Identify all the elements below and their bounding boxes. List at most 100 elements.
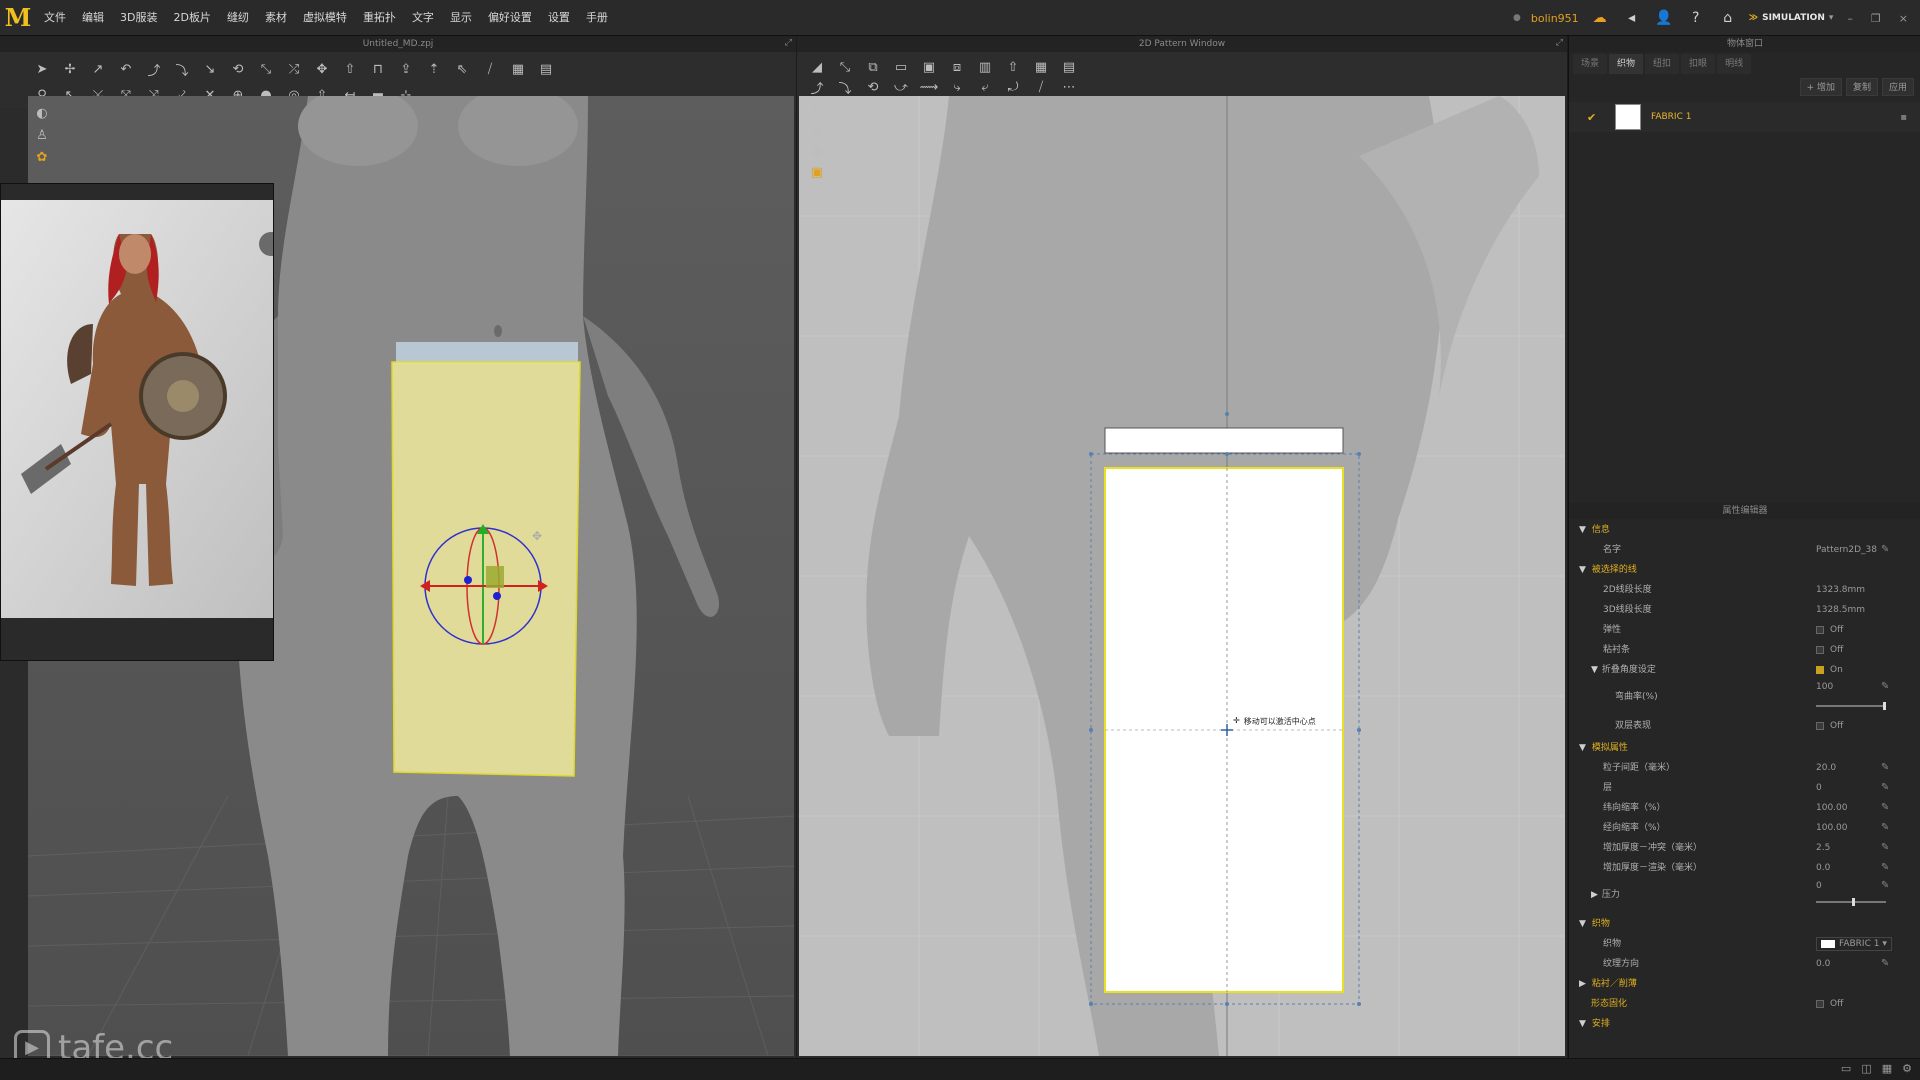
particle-distance-field[interactable]: 20.0 (1816, 758, 1836, 778)
slider-knob[interactable] (1883, 702, 1886, 710)
select-icon[interactable]: ➤ (30, 58, 54, 80)
edit-icon[interactable]: ✎ (1881, 798, 1889, 818)
pressure-slider[interactable] (1816, 898, 1886, 906)
simulation-mode-selector[interactable]: ≫ SIMULATION ▾ (1749, 13, 1834, 23)
line-icon[interactable]: ⧸ (478, 58, 502, 80)
thickness-collision-field[interactable]: 2.5 (1816, 838, 1830, 858)
brush-icon[interactable]: ⇖ (450, 58, 474, 80)
menu-item[interactable]: 素材 (257, 0, 295, 36)
username[interactable]: bolin951 (1531, 12, 1579, 25)
mesh-icon[interactable]: ⊓ (366, 58, 390, 80)
fabric-list-item[interactable]: ✔ FABRIC 1 ▪ (1569, 102, 1920, 132)
seam-icon[interactable]: ⤷ (945, 76, 969, 98)
megaphone-icon[interactable]: ◂ (1621, 7, 1643, 29)
transform-icon[interactable]: ↗ (86, 58, 110, 80)
3d-pattern-piece[interactable] (391, 342, 581, 777)
pattern-texture-icon[interactable]: ▣ (807, 162, 827, 182)
arrange-icon[interactable]: ↘ (198, 58, 222, 80)
tape-toggle[interactable]: Off (1816, 640, 1843, 660)
pattern-pencil-icon[interactable]: ✎ (807, 102, 827, 122)
fabric-select[interactable]: FABRIC 1 ▾ (1816, 937, 1892, 951)
section-bond[interactable]: ▶ 粘衬／削薄 (1569, 974, 1920, 994)
section-info[interactable]: ▼ 信息 (1569, 520, 1920, 540)
2d-pattern-piece-top[interactable] (1104, 427, 1344, 454)
garment-display-icon[interactable]: ♙ (30, 124, 54, 146)
texture-display-icon[interactable]: ✿ (30, 146, 54, 168)
section-fabric[interactable]: ▼ 织物 (1569, 914, 1920, 934)
fabric-options-icon[interactable]: ▪ (1900, 112, 1907, 123)
menu-item[interactable]: 虚拟模特 (295, 0, 355, 36)
menu-item[interactable]: 2D板片 (165, 0, 218, 36)
section-simulation[interactable]: ▼ 模拟属性 (1569, 738, 1920, 758)
menu-item[interactable]: 手册 (578, 0, 616, 36)
menu-item[interactable]: 设置 (540, 0, 578, 36)
free-seam-icon[interactable]: ⤶ (973, 76, 997, 98)
avatar-display-icon[interactable]: ◐ (30, 102, 54, 124)
freeze-toggle[interactable]: Off (1816, 994, 1843, 1014)
object-browser-button[interactable]: + 增加 (1799, 78, 1842, 96)
move-icon[interactable]: ✢ (58, 58, 82, 80)
maximize-2d-icon[interactable]: ⤢ (1556, 38, 1563, 48)
fabric-swatch[interactable] (1615, 104, 1641, 130)
resize-icon[interactable]: ⤡ (254, 58, 278, 80)
close-button[interactable]: × (1895, 12, 1912, 25)
fold-icon[interactable]: ⤴ (142, 58, 166, 80)
menu-item[interactable]: 文件 (36, 0, 74, 36)
grain-field[interactable]: 0.0 (1816, 954, 1830, 974)
layout-icon[interactable]: ▤ (534, 58, 558, 80)
menu-item[interactable]: 偏好设置 (480, 0, 540, 36)
layout-single-icon[interactable]: ▭ (1841, 1062, 1851, 1075)
grid-icon[interactable]: ▦ (506, 58, 530, 80)
unfold-icon[interactable]: ⤵ (170, 58, 194, 80)
menu-item[interactable]: 重拓扑 (355, 0, 404, 36)
object-browser-tab[interactable]: 织物 (1609, 54, 1644, 74)
restore-button[interactable]: ❐ (1867, 12, 1885, 25)
edit-icon[interactable]: ✎ (1881, 758, 1889, 778)
rotate-icon[interactable]: ⟲ (861, 76, 885, 98)
object-browser-tab[interactable]: 明线 (1717, 54, 1752, 74)
pressure-value[interactable]: 0 (1816, 876, 1822, 896)
object-browser-tab[interactable]: 场景 (1573, 54, 1608, 74)
pattern-name-field[interactable]: Pattern2D_38 (1816, 540, 1877, 560)
section-selected-line[interactable]: ▼ 被选择的线 (1569, 560, 1920, 580)
pattern-layer-icon[interactable]: ▭ (807, 182, 827, 202)
segment-icon[interactable]: ⟿ (917, 76, 941, 98)
thickness-render-field[interactable]: 0.0 (1816, 858, 1830, 878)
elastic-toggle[interactable]: Off (1816, 620, 1843, 640)
curve-value[interactable]: 100 (1816, 677, 1833, 697)
undo-icon[interactable]: ↶ (114, 58, 138, 80)
dotted-line-icon[interactable]: ⋯ (1057, 76, 1081, 98)
pattern-info-icon[interactable]: ◉ (807, 142, 827, 162)
layer-field[interactable]: 0 (1816, 778, 1822, 798)
reference-image-window[interactable] (0, 183, 274, 661)
menu-item[interactable]: 显示 (442, 0, 480, 36)
menu-item[interactable]: 文字 (404, 0, 442, 36)
help-icon[interactable]: ? (1685, 7, 1707, 29)
gizmo-icon[interactable]: ✥ (310, 58, 334, 80)
maximize-3d-icon[interactable]: ⤢ (785, 38, 792, 48)
menu-item[interactable]: 缝纫 (219, 0, 257, 36)
layout-grid-icon[interactable]: ▦ (1882, 1062, 1892, 1075)
section-arrangement[interactable]: ▼ 安排 (1569, 1014, 1920, 1034)
menu-item[interactable]: 编辑 (74, 0, 112, 36)
len2d-value[interactable]: 1323.8mm (1816, 580, 1865, 600)
flip-icon[interactable]: ⤻ (889, 76, 913, 98)
shrink-weft-field[interactable]: 100.00 (1816, 798, 1848, 818)
undo-icon[interactable]: ⤴ (805, 76, 829, 98)
cloud-icon[interactable]: ☁ (1589, 7, 1611, 29)
raise-icon[interactable]: ⇡ (422, 58, 446, 80)
curve-slider[interactable] (1816, 702, 1886, 710)
pin-icon[interactable]: ⤮ (282, 58, 306, 80)
edit-icon[interactable]: ✎ (1881, 858, 1889, 878)
menu-item[interactable]: 3D服装 (112, 0, 165, 36)
double-layer-toggle[interactable]: Off (1816, 716, 1843, 736)
app-logo[interactable]: M (0, 0, 36, 36)
object-browser-button[interactable]: 复制 (1845, 78, 1878, 96)
object-browser-tab[interactable]: 纽扣 (1645, 54, 1680, 74)
edit-icon[interactable]: ✎ (1881, 778, 1889, 798)
hanger-icon[interactable]: ⌂ (1717, 7, 1739, 29)
line-icon[interactable]: ⧸ (1029, 76, 1053, 98)
rotate-icon[interactable]: ⟲ (226, 58, 250, 80)
push-icon[interactable]: ⇪ (394, 58, 418, 80)
object-browser-tab[interactable]: 扣眼 (1681, 54, 1716, 74)
